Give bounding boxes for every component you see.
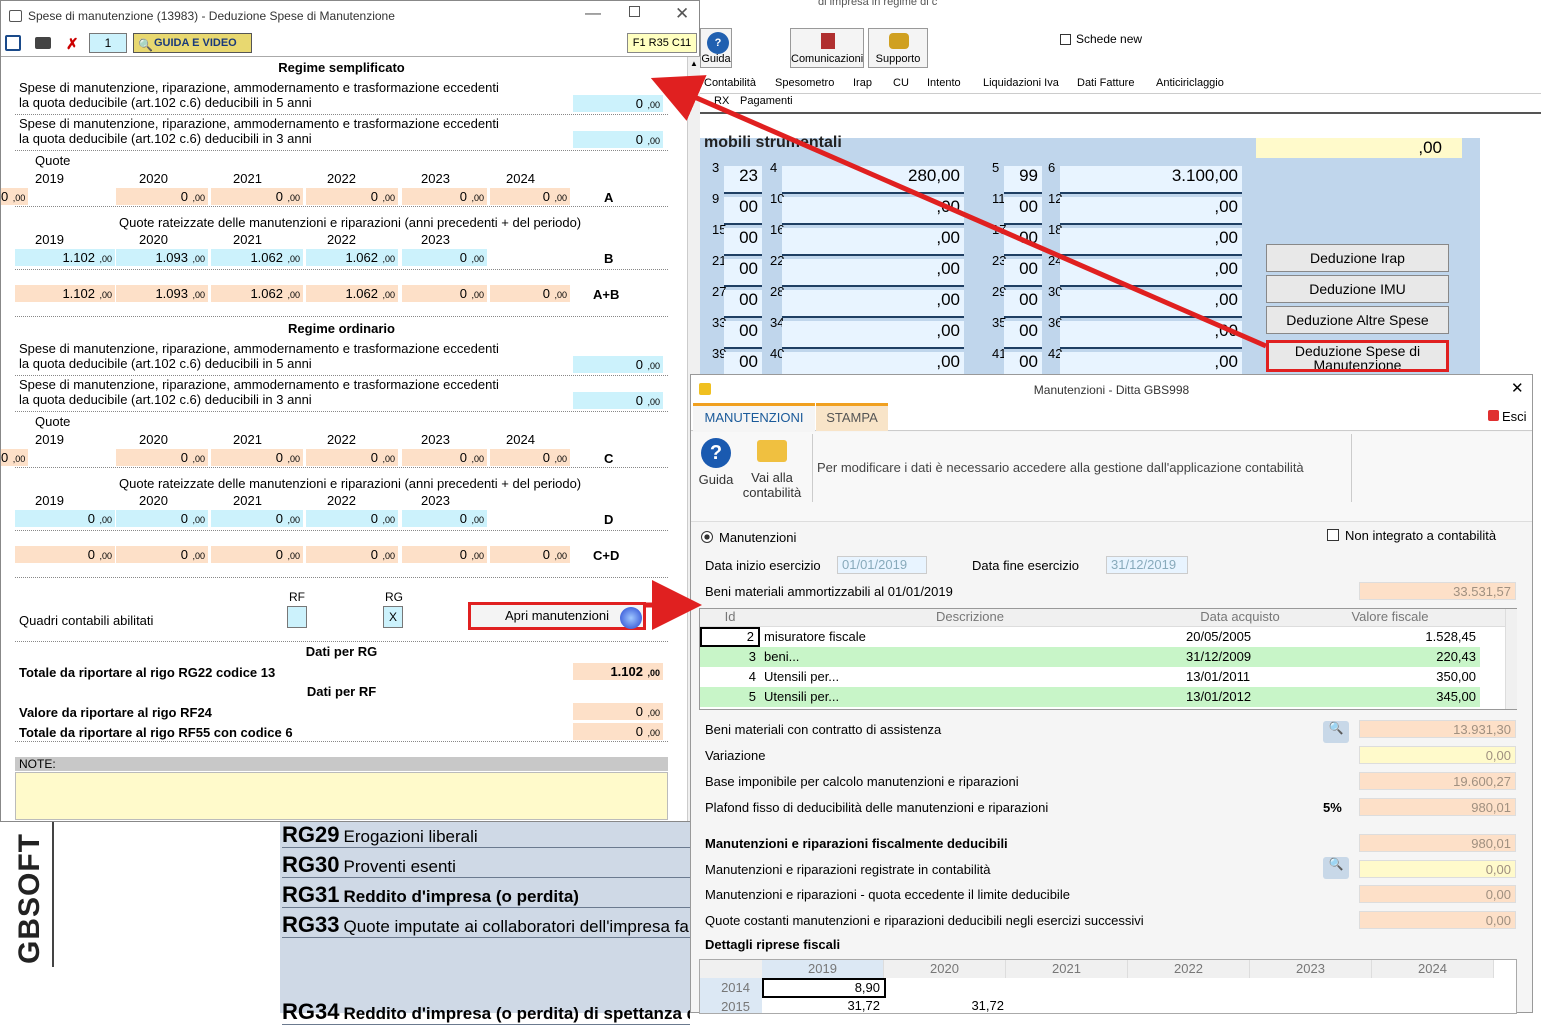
- arrow-to-window: [650, 75, 1267, 349]
- annotation-arrows: [645, 75, 1267, 630]
